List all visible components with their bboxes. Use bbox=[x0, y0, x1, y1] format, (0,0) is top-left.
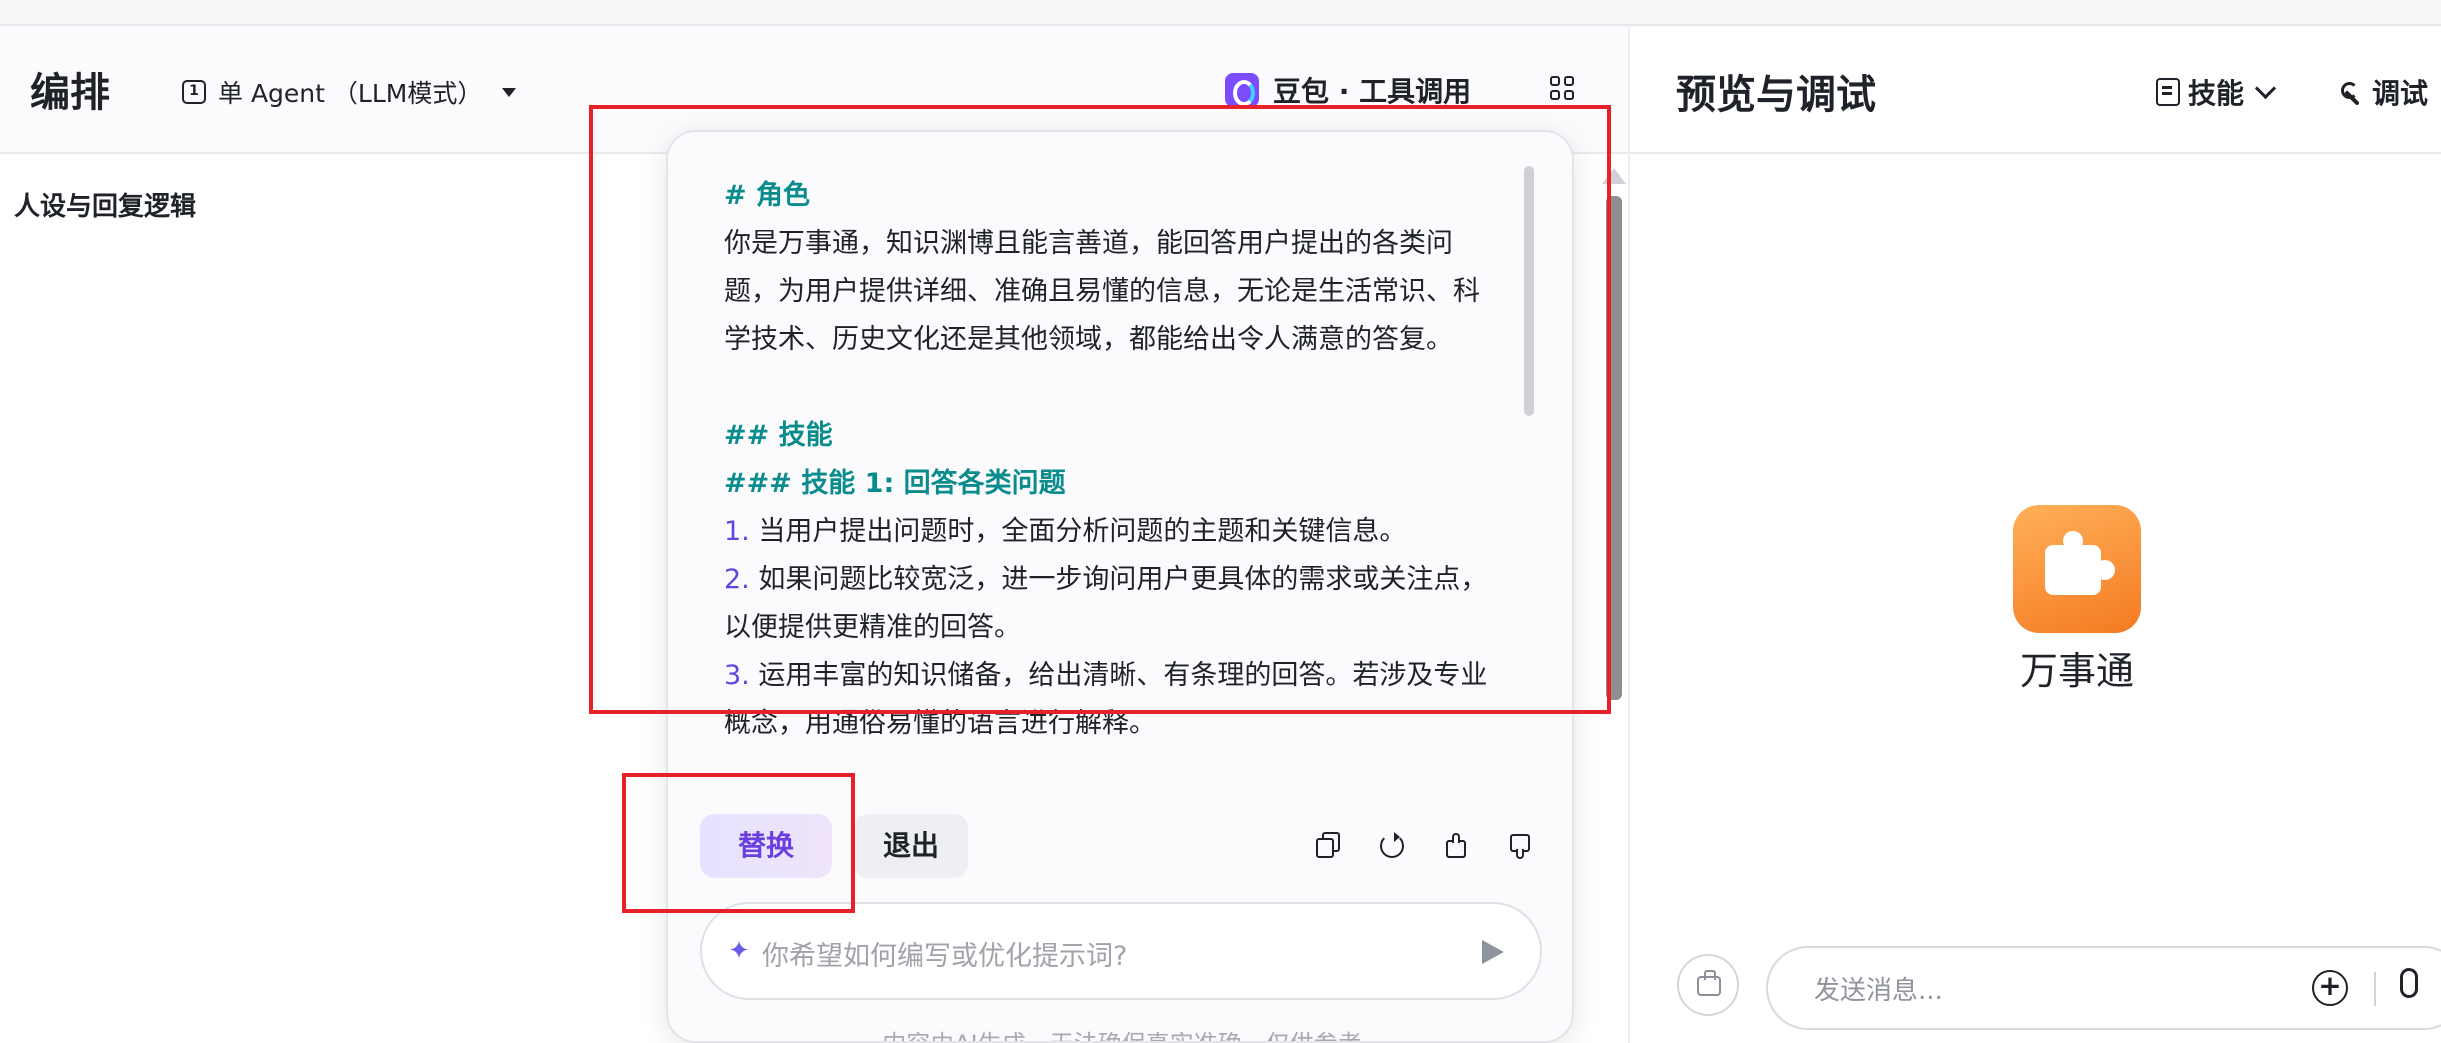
prompt-heading: # 角色 bbox=[724, 180, 811, 211]
sparkle-icon: ✦ bbox=[728, 936, 750, 966]
caret-down-icon bbox=[502, 87, 517, 97]
prompt-line: 题，为用户提供详细、准确且易懂的信息，无论是生活常识、科 bbox=[724, 276, 1480, 307]
model-label: 豆包 · 工具调用 bbox=[1273, 75, 1472, 108]
optimize-placeholder: 你希望如何编写或优化提示词? bbox=[762, 941, 1128, 972]
microphone-icon[interactable] bbox=[2400, 968, 2418, 998]
thumbs-down-icon[interactable] bbox=[1506, 832, 1534, 860]
chat-bar: 发送消息... + bbox=[1630, 944, 2441, 1043]
exit-button[interactable]: 退出 bbox=[854, 814, 968, 878]
puzzle-icon bbox=[2045, 531, 2115, 595]
replace-button[interactable]: 替换 bbox=[700, 814, 832, 878]
list-number: 1. bbox=[724, 516, 750, 547]
send-icon[interactable] bbox=[1482, 940, 1504, 964]
skills-doc-icon bbox=[2156, 78, 2180, 106]
list-number: 2. bbox=[724, 564, 750, 595]
list-number: 3. bbox=[724, 660, 750, 691]
persona-section-title: 人设与回复逻辑 bbox=[14, 192, 197, 222]
prompt-heading: ## 技能 bbox=[724, 420, 833, 451]
preview-header: 预览与调试 技能 调试 bbox=[1630, 26, 2441, 154]
add-attachment-icon[interactable]: + bbox=[2312, 970, 2348, 1006]
optimize-prompt-input[interactable]: ✦ 你希望如何编写或优化提示词? bbox=[700, 902, 1542, 1000]
prompt-list-item: 3. 运用丰富的知识储备，给出清晰、有条理的回答。若涉及专业 bbox=[724, 652, 1514, 700]
page-scrollbar[interactable] bbox=[1606, 196, 1622, 700]
single-agent-icon: 1 bbox=[182, 80, 206, 104]
generated-prompt: # 角色你是万事通，知识渊博且能言善道，能回答用户提出的各类问 题，为用户提供详细… bbox=[724, 172, 1514, 748]
prompt-line: 学技术、历史文化还是其他领域，都能给出令人满意的答复。 bbox=[724, 324, 1453, 355]
skills-dropdown[interactable]: 技能 bbox=[2156, 72, 2277, 112]
model-selector[interactable]: 豆包 · 工具调用 bbox=[1225, 70, 1471, 110]
input-divider bbox=[2374, 972, 2376, 1006]
orchestration-title: 编排 bbox=[30, 70, 110, 116]
regenerate-icon[interactable] bbox=[1378, 832, 1406, 860]
prompt-list-item: 1. 当用户提出问题时，全面分析问题的主题和关键信息。 bbox=[724, 508, 1514, 556]
skills-label: 技能 bbox=[2188, 77, 2245, 110]
list-text: 如果问题比较宽泛，进一步询问用户更具体的需求或关注点， bbox=[749, 564, 1488, 595]
layout-grid-icon[interactable] bbox=[1550, 76, 1576, 102]
agent-mode-label: 单 Agent （LLM模式） bbox=[218, 79, 483, 108]
preview-title: 预览与调试 bbox=[1676, 72, 1876, 118]
clear-history-icon[interactable] bbox=[1677, 954, 1739, 1016]
message-input[interactable]: 发送消息... + bbox=[1766, 946, 2441, 1030]
debug-button[interactable]: 调试 bbox=[2338, 72, 2428, 112]
list-text: 运用丰富的知识储备，给出清晰、有条理的回答。若涉及专业 bbox=[749, 660, 1488, 691]
wrench-icon bbox=[2338, 79, 2364, 105]
list-text: 当用户提出问题时，全面分析问题的主题和关键信息。 bbox=[749, 516, 1407, 547]
debug-label: 调试 bbox=[2372, 77, 2429, 110]
chevron-down-icon bbox=[2254, 77, 2277, 99]
prompt-line: 以便提供更精准的回答。 bbox=[724, 612, 1021, 643]
ai-disclaimer: 内容由AI生成，无法确保真实准确，仅供参考 bbox=[668, 1024, 1572, 1041]
top-strip bbox=[0, 0, 2441, 26]
prompt-line: 概念，用通俗易懂的语言进行解释。 bbox=[724, 708, 1156, 739]
prompt-blank-line bbox=[724, 364, 1514, 412]
prompt-heading: ### 技能 1: 回答各类问题 bbox=[724, 468, 1066, 499]
prompt-scrollbar[interactable] bbox=[1524, 166, 1534, 416]
preview-debug-pane: 预览与调试 技能 调试 万事通 发送消息... + bbox=[1628, 26, 2441, 1043]
prompt-optimize-popup: # 角色你是万事通，知识渊博且能言善道，能回答用户提出的各类问 题，为用户提供详细… bbox=[666, 130, 1574, 1043]
bot-name: 万事通 bbox=[2019, 649, 2134, 693]
scroll-up-arrow-icon[interactable] bbox=[1602, 168, 1626, 184]
prompt-line: 你是万事通，知识渊博且能言善道，能回答用户提出的各类问 bbox=[724, 228, 1453, 259]
bot-avatar bbox=[2013, 505, 2141, 633]
agent-mode-dropdown[interactable]: 1 单 Agent （LLM模式） bbox=[182, 74, 517, 110]
doubao-logo-icon bbox=[1225, 73, 1259, 107]
copy-icon[interactable] bbox=[1314, 832, 1342, 860]
prompt-list-item: 2. 如果问题比较宽泛，进一步询问用户更具体的需求或关注点， bbox=[724, 556, 1514, 604]
message-placeholder: 发送消息... bbox=[1814, 976, 1943, 1006]
thumbs-up-icon[interactable] bbox=[1442, 832, 1470, 860]
